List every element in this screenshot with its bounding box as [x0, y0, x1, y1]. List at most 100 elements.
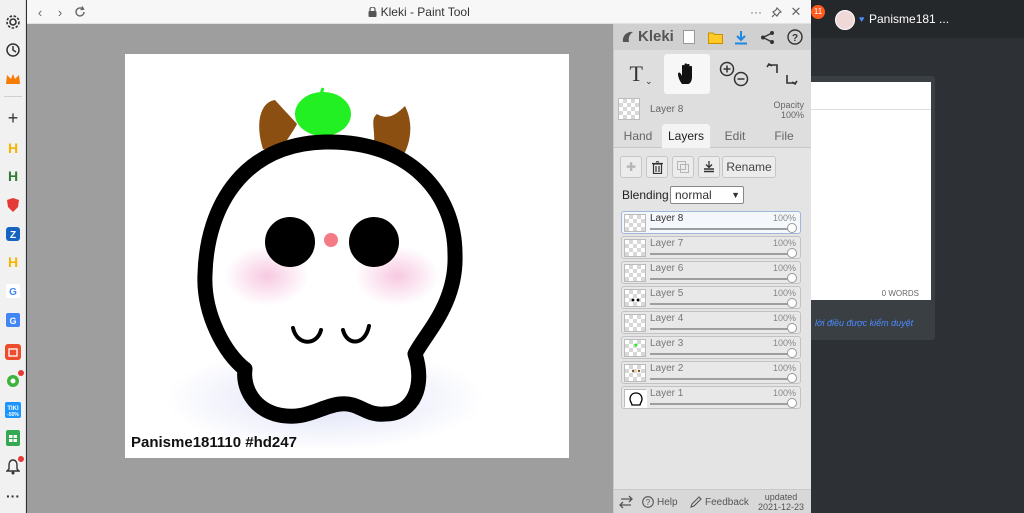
- download-icon[interactable]: [732, 28, 750, 46]
- h-app-icon[interactable]: H: [3, 138, 23, 158]
- add-icon[interactable]: +: [3, 108, 23, 128]
- layer-name: Layer 2: [650, 363, 684, 374]
- menu-icon[interactable]: ···: [747, 3, 765, 21]
- tab-edit[interactable]: Edit: [712, 124, 758, 148]
- canvas-caption: Panisme181110 #hd247: [131, 434, 297, 451]
- help-icon[interactable]: ?: [786, 28, 804, 46]
- hand-tool[interactable]: [664, 54, 710, 94]
- help-button[interactable]: ? Help: [642, 490, 678, 513]
- avatar[interactable]: [835, 10, 855, 30]
- kleki-panel: Kleki ? T ⌄ Layer 8 Opacity 100% Hand La…: [613, 24, 812, 513]
- layer-opacity-knob[interactable]: [787, 248, 797, 258]
- layer-row[interactable]: Layer 4 100%: [621, 311, 801, 334]
- layer-name: Layer 6: [650, 263, 684, 274]
- zalo-app-icon[interactable]: Z: [3, 224, 23, 244]
- layer-opacity-knob[interactable]: [787, 348, 797, 358]
- layer-name: Layer 1: [650, 388, 684, 399]
- h-app-icon-3[interactable]: H: [3, 252, 23, 272]
- sidebar-divider: [4, 96, 22, 97]
- canvas-area[interactable]: Panisme181110 #hd247: [27, 24, 613, 513]
- background-editor-panel: 0 WORDS lời điều được kiểm duyệt: [811, 76, 935, 340]
- layer-opacity-slider[interactable]: [650, 353, 790, 355]
- current-layer-name: Layer 8: [650, 104, 684, 115]
- drawing-canvas[interactable]: Panisme181110 #hd247: [125, 54, 569, 458]
- delete-layer-button[interactable]: [646, 156, 668, 178]
- new-image-icon[interactable]: [680, 28, 698, 46]
- share-icon[interactable]: [758, 28, 776, 46]
- svg-text:?: ?: [792, 33, 798, 44]
- left-eye: [265, 217, 315, 267]
- updated-label: updated: [764, 492, 798, 502]
- layer-opacity-knob[interactable]: [787, 273, 797, 283]
- layer-name: Layer 7: [650, 238, 684, 249]
- settings-icon[interactable]: [3, 12, 23, 32]
- bell-icon[interactable]: [3, 456, 24, 477]
- shield-app-icon[interactable]: [3, 195, 23, 215]
- feedback-button[interactable]: Feedback: [690, 490, 749, 513]
- layer-opacity-knob[interactable]: [787, 398, 797, 408]
- moderation-note: lời điều được kiểm duyệt: [815, 318, 914, 328]
- kleki-logo-text: Kleki: [638, 28, 674, 45]
- layer-thumbnail: [624, 314, 646, 332]
- text-tool[interactable]: T ⌄: [620, 54, 662, 94]
- pencil-icon: [690, 496, 702, 508]
- more-icon[interactable]: ···: [3, 486, 23, 506]
- username[interactable]: Panisme181 ...: [869, 12, 949, 26]
- layer-row[interactable]: Layer 1 100%: [621, 386, 801, 409]
- blending-select[interactable]: normal ▼: [670, 186, 744, 204]
- layer-opacity-knob[interactable]: [787, 223, 797, 233]
- tiki-icon[interactable]: TIKI -50%: [3, 400, 23, 420]
- tab-file[interactable]: File: [760, 124, 808, 148]
- crown-icon[interactable]: [3, 69, 23, 89]
- zoom-tools[interactable]: [714, 54, 754, 94]
- merge-layer-button[interactable]: [698, 156, 720, 178]
- layer-opacity-slider[interactable]: [650, 403, 790, 405]
- nose: [324, 233, 338, 247]
- notification-badge[interactable]: 11: [811, 5, 825, 19]
- layer-opacity: 100%: [772, 313, 796, 323]
- layer-opacity-slider[interactable]: [650, 378, 790, 380]
- tab-layers[interactable]: Layers: [662, 124, 710, 148]
- undo-redo-tools[interactable]: [762, 54, 802, 94]
- merge-down-icon: [704, 160, 714, 172]
- layer-row[interactable]: Layer 7 100%: [621, 236, 801, 259]
- layer-opacity-slider[interactable]: [650, 228, 790, 230]
- layer-row[interactable]: Layer 3 100%: [621, 336, 801, 359]
- window-title: Kleki - Paint Tool: [27, 5, 811, 20]
- google-icon[interactable]: G: [3, 281, 23, 301]
- pin-icon[interactable]: [767, 3, 785, 21]
- layer-row[interactable]: Layer 6 100%: [621, 261, 801, 284]
- h-app-icon-2[interactable]: H: [3, 166, 23, 186]
- shopee-icon[interactable]: [3, 342, 23, 362]
- layer-opacity-knob[interactable]: [787, 298, 797, 308]
- blending-row: Blending normal ▼: [620, 186, 810, 204]
- translate-icon[interactable]: G: [3, 310, 23, 330]
- layer-opacity-slider[interactable]: [650, 253, 790, 255]
- layer-opacity-knob[interactable]: [787, 373, 797, 383]
- layer-row[interactable]: Layer 2 100%: [621, 361, 801, 384]
- duplicate-layer-button[interactable]: [672, 156, 694, 178]
- close-icon[interactable]: ✕: [787, 3, 805, 21]
- rename-layer-button[interactable]: Rename: [722, 156, 776, 178]
- history-icon[interactable]: [3, 40, 23, 60]
- add-layer-button[interactable]: ✚: [620, 156, 642, 178]
- background-page: 11 ♥ Panisme181 ... 0 WORDS lời điều đượ…: [811, 0, 1024, 513]
- layer-opacity-slider[interactable]: [650, 328, 790, 330]
- layer-row[interactable]: Layer 5 100%: [621, 286, 801, 309]
- layer-name: Layer 8: [650, 213, 684, 224]
- open-folder-icon[interactable]: [706, 28, 724, 46]
- layer-opacity-slider[interactable]: [650, 303, 790, 305]
- layer-opacity: 100%: [772, 213, 796, 223]
- layer-row[interactable]: Layer 8 100%: [621, 211, 801, 234]
- sheets-icon[interactable]: [3, 428, 23, 448]
- svg-text:-50%: -50%: [7, 412, 19, 418]
- swap-sides-icon[interactable]: [618, 490, 634, 513]
- layer-opacity: 100%: [772, 238, 796, 248]
- layer-name: Layer 5: [650, 288, 684, 299]
- duplicate-icon: [677, 161, 689, 173]
- layer-opacity-slider[interactable]: [650, 278, 790, 280]
- lazada-icon[interactable]: [3, 370, 24, 391]
- tab-hand[interactable]: Hand: [616, 124, 660, 148]
- text-editor[interactable]: 0 WORDS: [811, 82, 931, 300]
- layer-opacity-knob[interactable]: [787, 323, 797, 333]
